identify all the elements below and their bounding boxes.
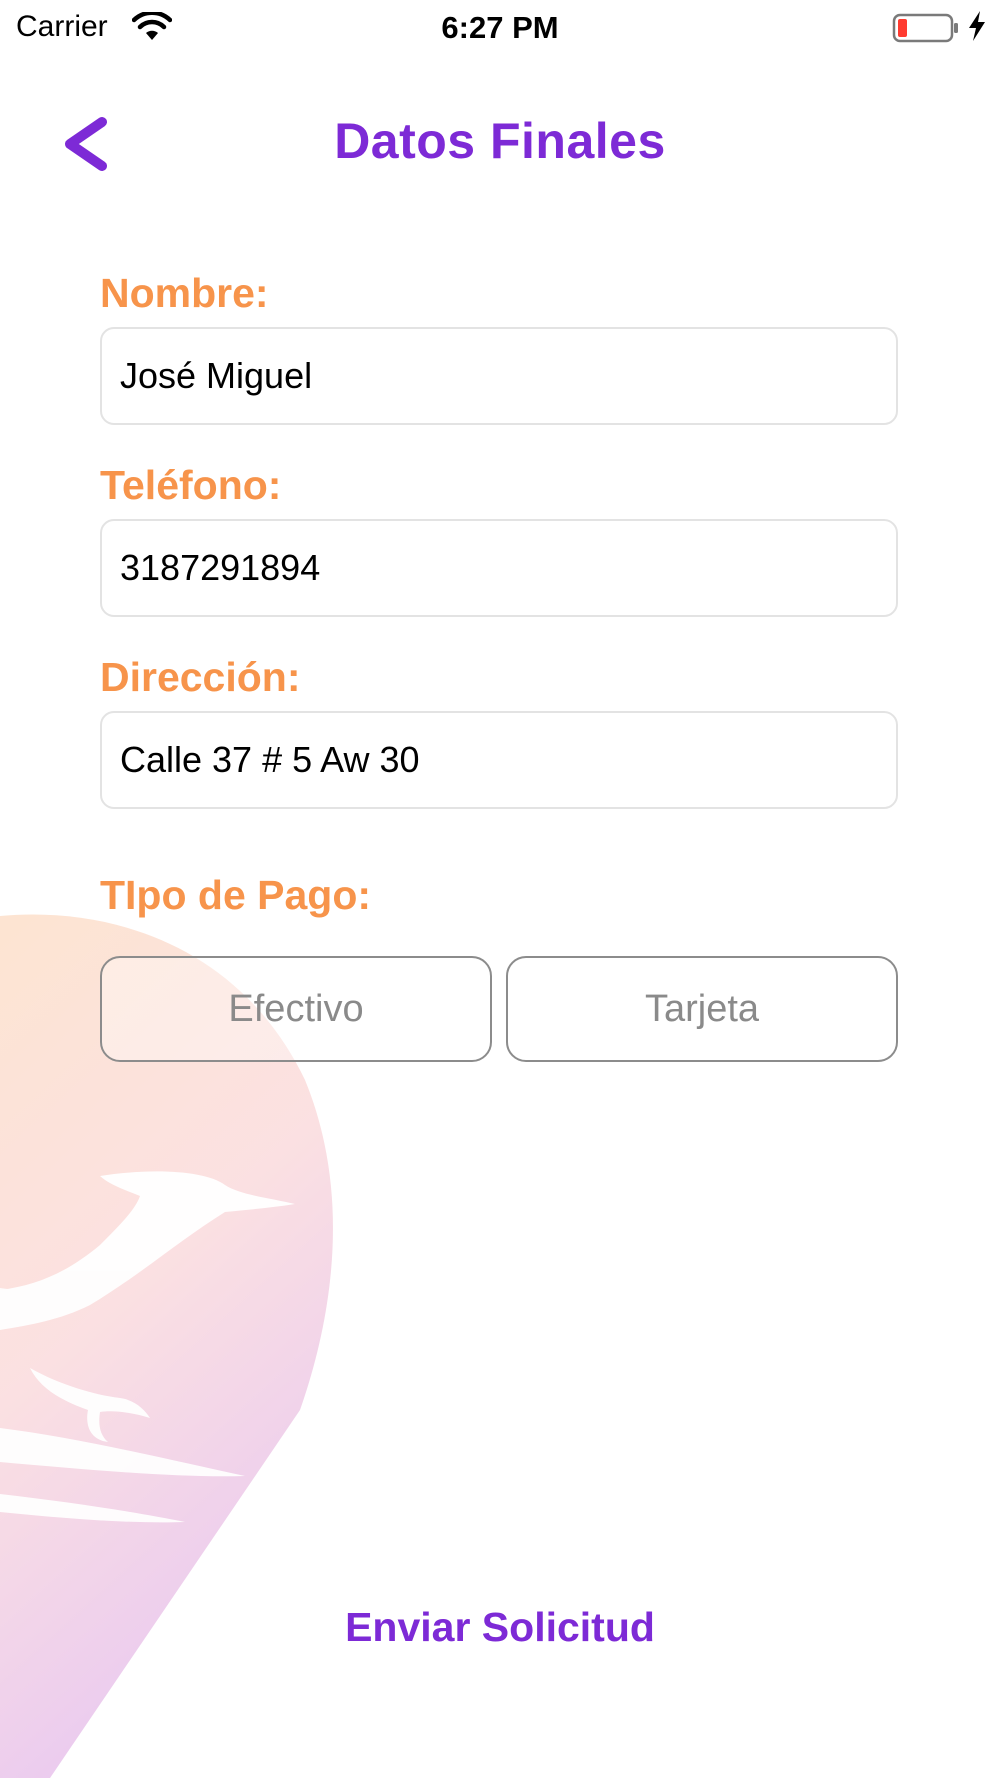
battery-icon <box>892 13 958 43</box>
page-title: Datos Finales <box>334 113 666 169</box>
phone-label: Teléfono: <box>100 462 282 508</box>
charging-bolt-icon <box>969 11 985 41</box>
status-time: 6:27 PM <box>441 10 559 45</box>
submit-request-button[interactable]: Enviar Solicitud <box>0 1604 1000 1651</box>
name-field[interactable]: José Miguel <box>100 327 898 425</box>
payment-cash-button[interactable]: Efectivo <box>100 956 492 1062</box>
address-label: Dirección: <box>100 654 301 700</box>
phone-field[interactable]: 3187291894 <box>100 519 898 617</box>
name-label: Nombre: <box>100 270 269 316</box>
address-field[interactable]: Calle 37 # 5 Aw 30 <box>100 711 898 809</box>
status-bar: Carrier 6:27 PM <box>0 0 1000 56</box>
payment-type-label: TIpo de Pago: <box>100 872 372 918</box>
payment-card-button[interactable]: Tarjeta <box>506 956 898 1062</box>
